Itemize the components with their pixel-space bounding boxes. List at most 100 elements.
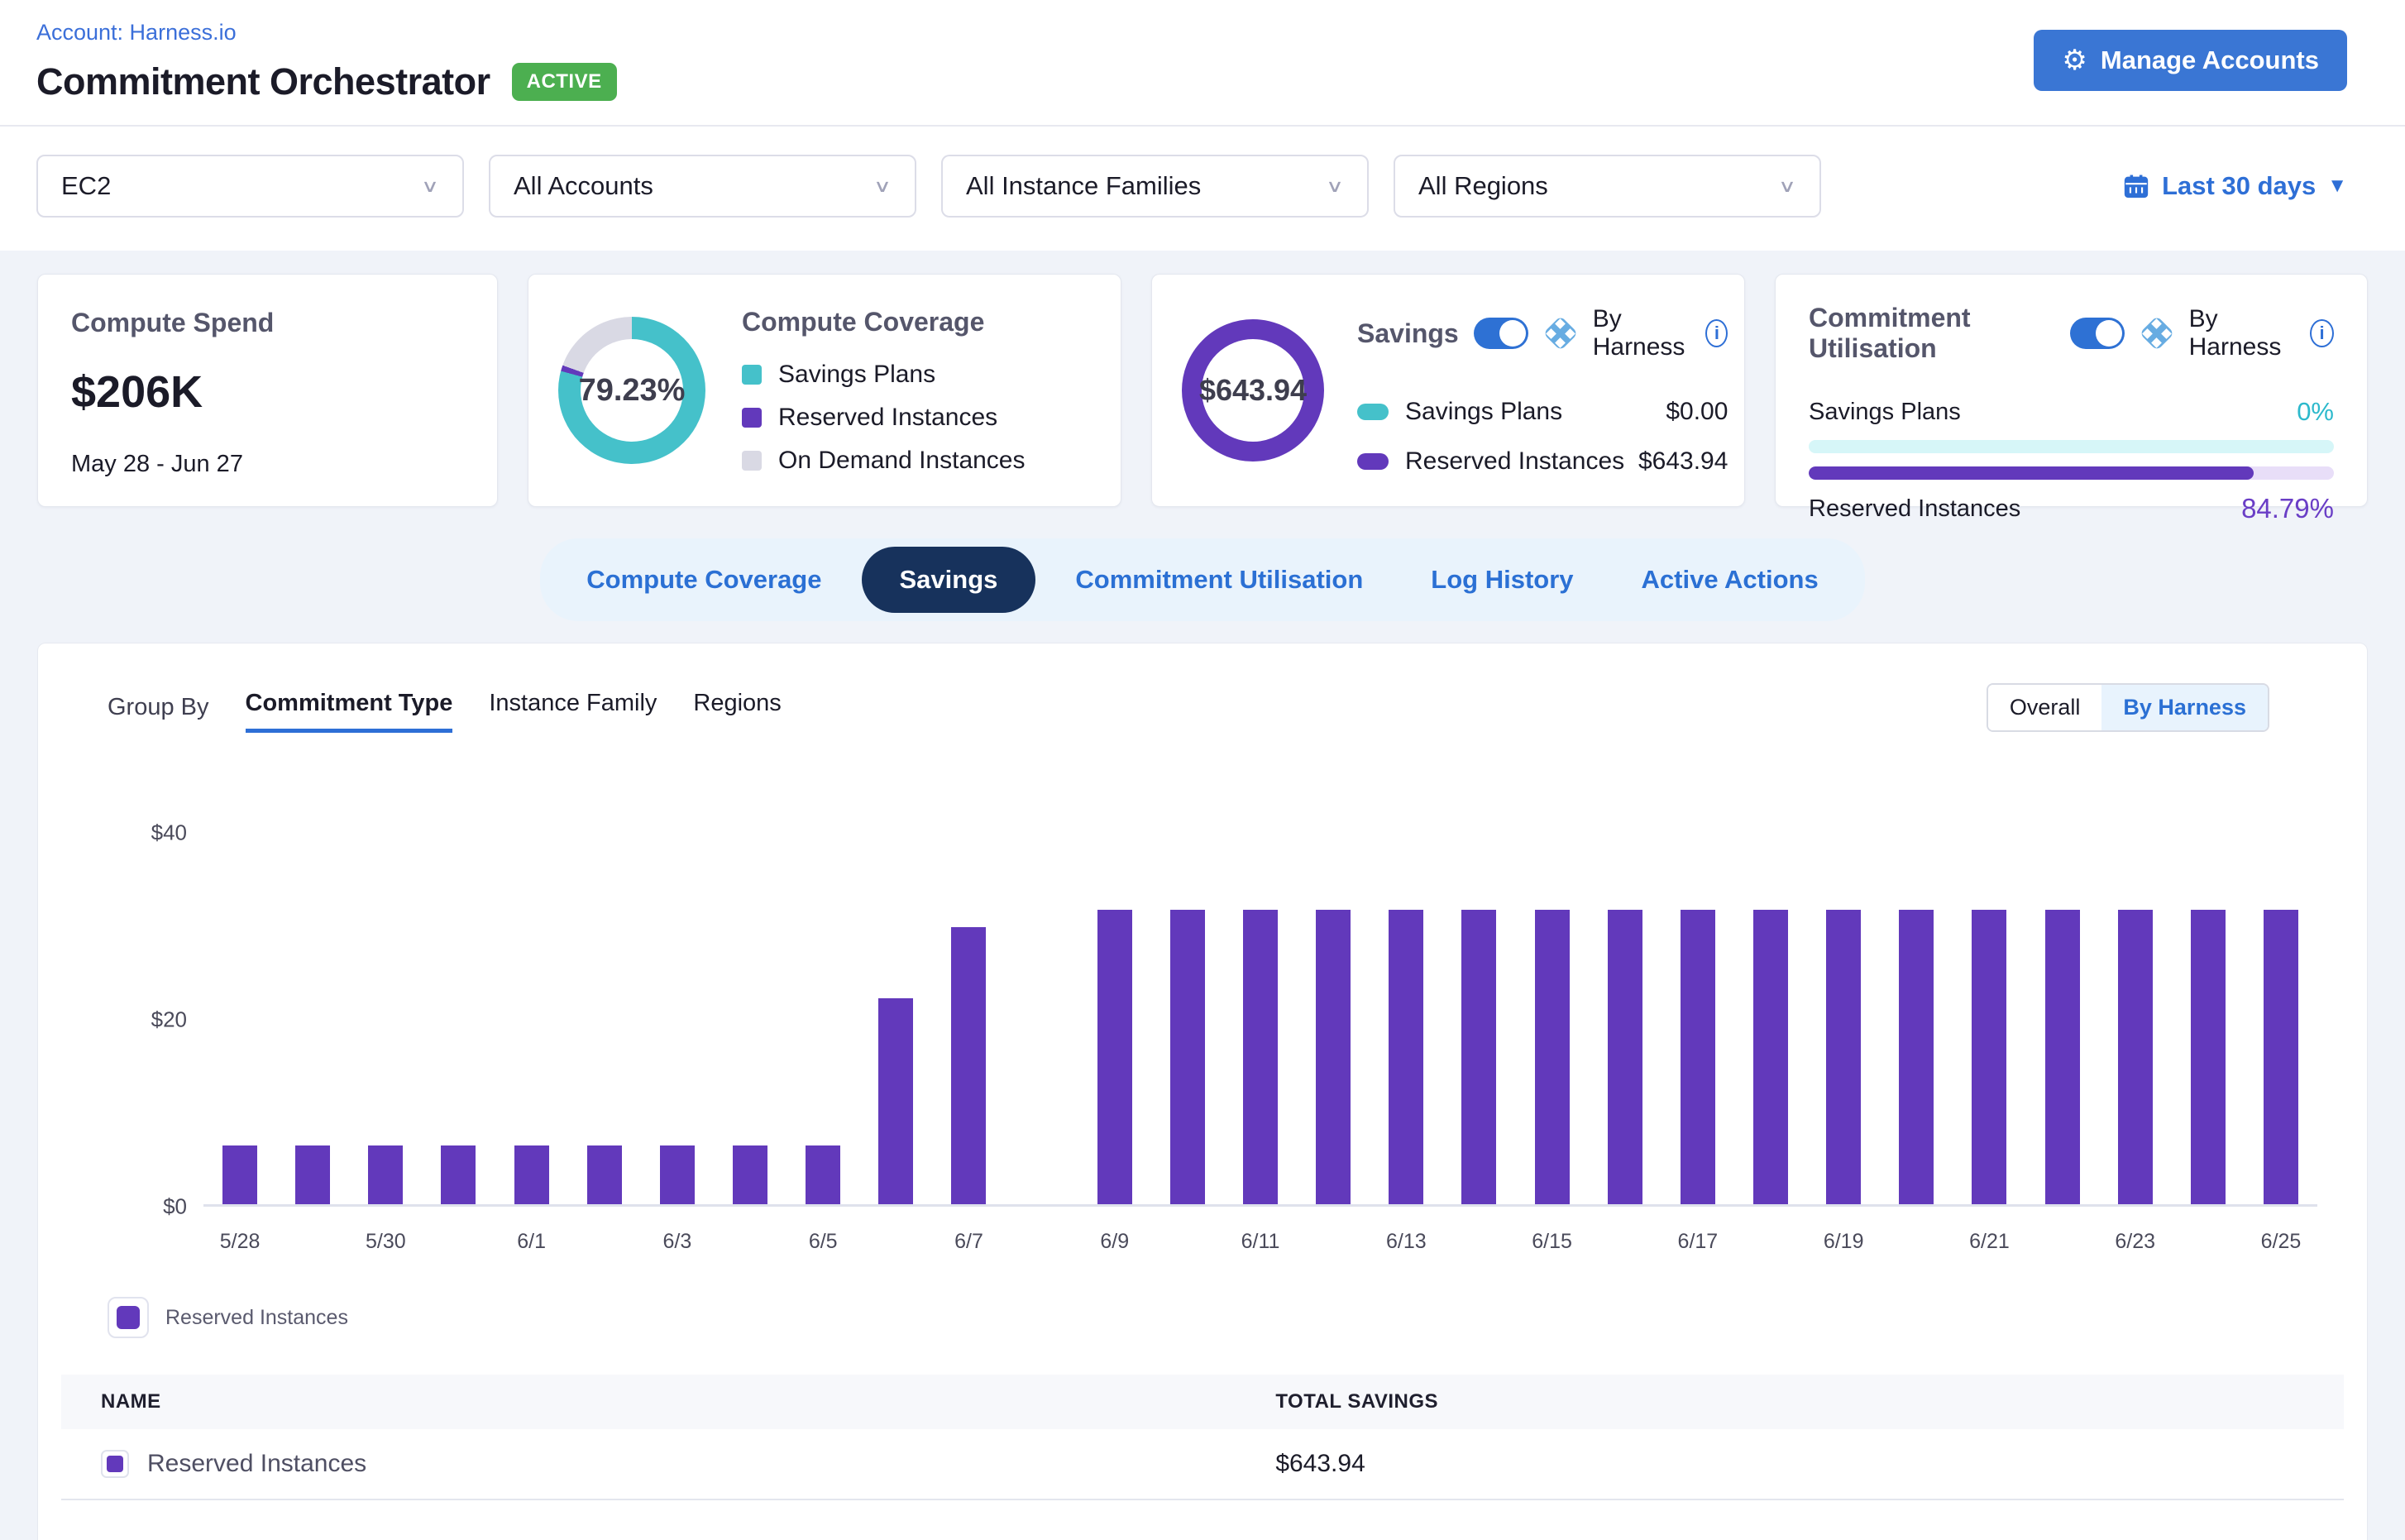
column-name-header: NAME [61,1390,1275,1413]
info-icon[interactable]: i [1705,319,1728,347]
savings-row-label: Savings Plans [1405,398,1562,426]
group-by-commitment-type[interactable]: Commitment Type [246,690,453,733]
x-tick-5/29 [276,1230,349,1254]
bar-6/21[interactable] [1972,910,2006,1204]
bar-6/18[interactable] [1753,910,1788,1204]
savings-plans-swatch [1357,404,1389,420]
bar-slot-6/14 [1442,807,1515,1204]
bar-6/5[interactable] [806,1145,840,1204]
bar-6/4[interactable] [733,1145,767,1204]
bar-6/9[interactable] [1097,910,1132,1204]
x-tick-6/25: 6/25 [2245,1230,2317,1254]
view-tabs: Compute Coverage Savings Commitment Util… [540,538,1864,621]
bar-6/10[interactable] [1170,910,1205,1204]
bar-6/12[interactable] [1316,910,1351,1204]
by-harness-toggle[interactable] [2070,318,2125,349]
bar-6/15[interactable] [1535,910,1570,1204]
bar-5/31[interactable] [441,1145,476,1204]
bar-6/16[interactable] [1608,910,1642,1204]
compute-spend-title: Compute Spend [71,308,464,338]
bar-slot-6/4 [714,807,787,1204]
savings-card: $643.94 Savings By Harness i Savi [1151,274,1745,507]
instance-families-select[interactable]: All Instance Families ∨ [941,155,1369,218]
filter-bar: EC2 ∨ All Accounts ∨ All Instance Famili… [0,125,2405,251]
bar-6/22[interactable] [2045,910,2080,1204]
x-tick-6/24 [2172,1230,2245,1254]
segment-overall[interactable]: Overall [1988,685,2102,730]
legend-label: Reserved Instances [778,404,997,432]
savings-row-label: Reserved Instances [1405,447,1624,476]
coverage-donut-chart: 79.23% [558,317,705,464]
bar-6/7[interactable] [951,927,986,1204]
compute-spend-period: May 28 - Jun 27 [71,451,464,478]
table-row[interactable]: Reserved Instances $643.94 [61,1429,2344,1500]
savings-plans-progress-bar [1809,440,2334,453]
x-tick-6/19: 6/19 [1807,1230,1880,1254]
date-range-picker[interactable]: Last 30 days ▼ [2122,171,2347,201]
bar-6/14[interactable] [1461,910,1496,1204]
instance-families-select-value: All Instance Families [966,171,1201,201]
calendar-icon [2122,172,2150,200]
tab-compute-coverage[interactable]: Compute Coverage [558,548,849,611]
x-axis-labels: 5/285/306/16/36/56/76/96/116/136/156/176… [203,1207,2317,1254]
bar-6/1[interactable] [514,1145,549,1204]
segment-by-harness[interactable]: By Harness [2101,685,2268,730]
row-checkbox[interactable] [101,1450,129,1478]
tab-commitment-utilisation[interactable]: Commitment Utilisation [1047,548,1391,611]
manage-accounts-button[interactable]: ⚙ Manage Accounts [2034,30,2347,91]
accounts-select[interactable]: All Accounts ∨ [489,155,916,218]
tab-active-actions[interactable]: Active Actions [1614,548,1847,611]
chevron-down-icon: ∨ [1778,176,1796,197]
group-by-regions[interactable]: Regions [693,690,781,733]
savings-row: Savings Plans $0.00 [1357,398,1728,426]
bar-5/30[interactable] [368,1145,403,1204]
compute-spend-card: Compute Spend $206K May 28 - Jun 27 [37,274,498,507]
bar-6/24[interactable] [2191,910,2226,1204]
bar-6/25[interactable] [2264,910,2298,1204]
bar-6/19[interactable] [1826,910,1861,1204]
summary-cards: Compute Spend $206K May 28 - Jun 27 79.2… [0,251,2405,527]
bar-slot-6/1 [495,807,568,1204]
x-tick-6/11: 6/11 [1224,1230,1297,1254]
x-tick-6/5: 6/5 [787,1230,859,1254]
tab-log-history[interactable]: Log History [1403,548,1601,611]
group-by-instance-family[interactable]: Instance Family [489,690,657,733]
bar-slot-5/30 [349,807,422,1204]
bar-6/2[interactable] [587,1145,622,1204]
breadcrumb[interactable]: Account: Harness.io [36,20,2347,45]
bar-6/13[interactable] [1389,910,1423,1204]
by-harness-toggle[interactable] [1474,318,1528,349]
bar-6/6[interactable] [878,998,913,1204]
status-badge: ACTIVE [512,63,617,101]
x-tick-6/3: 6/3 [641,1230,714,1254]
x-tick-6/14 [1442,1230,1515,1254]
bar-6/23[interactable] [2118,910,2153,1204]
overall-byharness-segmented-control: Overall By Harness [1987,683,2269,732]
x-tick-6/8 [1006,1230,1078,1254]
x-tick-6/6 [859,1230,932,1254]
reserved-instances-legend-checkbox[interactable] [108,1297,149,1338]
service-select[interactable]: EC2 ∨ [36,155,464,218]
x-tick-6/7: 6/7 [932,1230,1005,1254]
tab-savings[interactable]: Savings [862,547,1036,613]
bar-6/17[interactable] [1681,910,1715,1204]
bar-6/3[interactable] [660,1145,695,1204]
bar-6/11[interactable] [1243,910,1278,1204]
savings-row-value: $643.94 [1638,447,1728,476]
info-icon[interactable]: i [2310,319,2334,347]
on-demand-swatch [742,451,762,471]
bar-5/28[interactable] [222,1145,257,1204]
savings-donut-chart: $643.94 [1182,319,1324,462]
legend-item: Savings Plans [742,361,1026,389]
bar-6/20[interactable] [1899,910,1934,1204]
savings-bar-chart: $0$20$40 5/285/306/16/36/56/76/96/116/13… [88,807,2317,1254]
x-tick-5/28: 5/28 [203,1230,276,1254]
x-tick-6/9: 6/9 [1078,1230,1151,1254]
regions-select[interactable]: All Regions ∨ [1394,155,1821,218]
bar-slot-6/7 [932,807,1005,1204]
chart-legend[interactable]: Reserved Instances [108,1297,348,1338]
bar-5/29[interactable] [295,1145,330,1204]
caret-down-icon: ▼ [2327,175,2347,198]
page-header: Account: Harness.io Commitment Orchestra… [0,0,2405,125]
bar-slot-6/13 [1370,807,1442,1204]
